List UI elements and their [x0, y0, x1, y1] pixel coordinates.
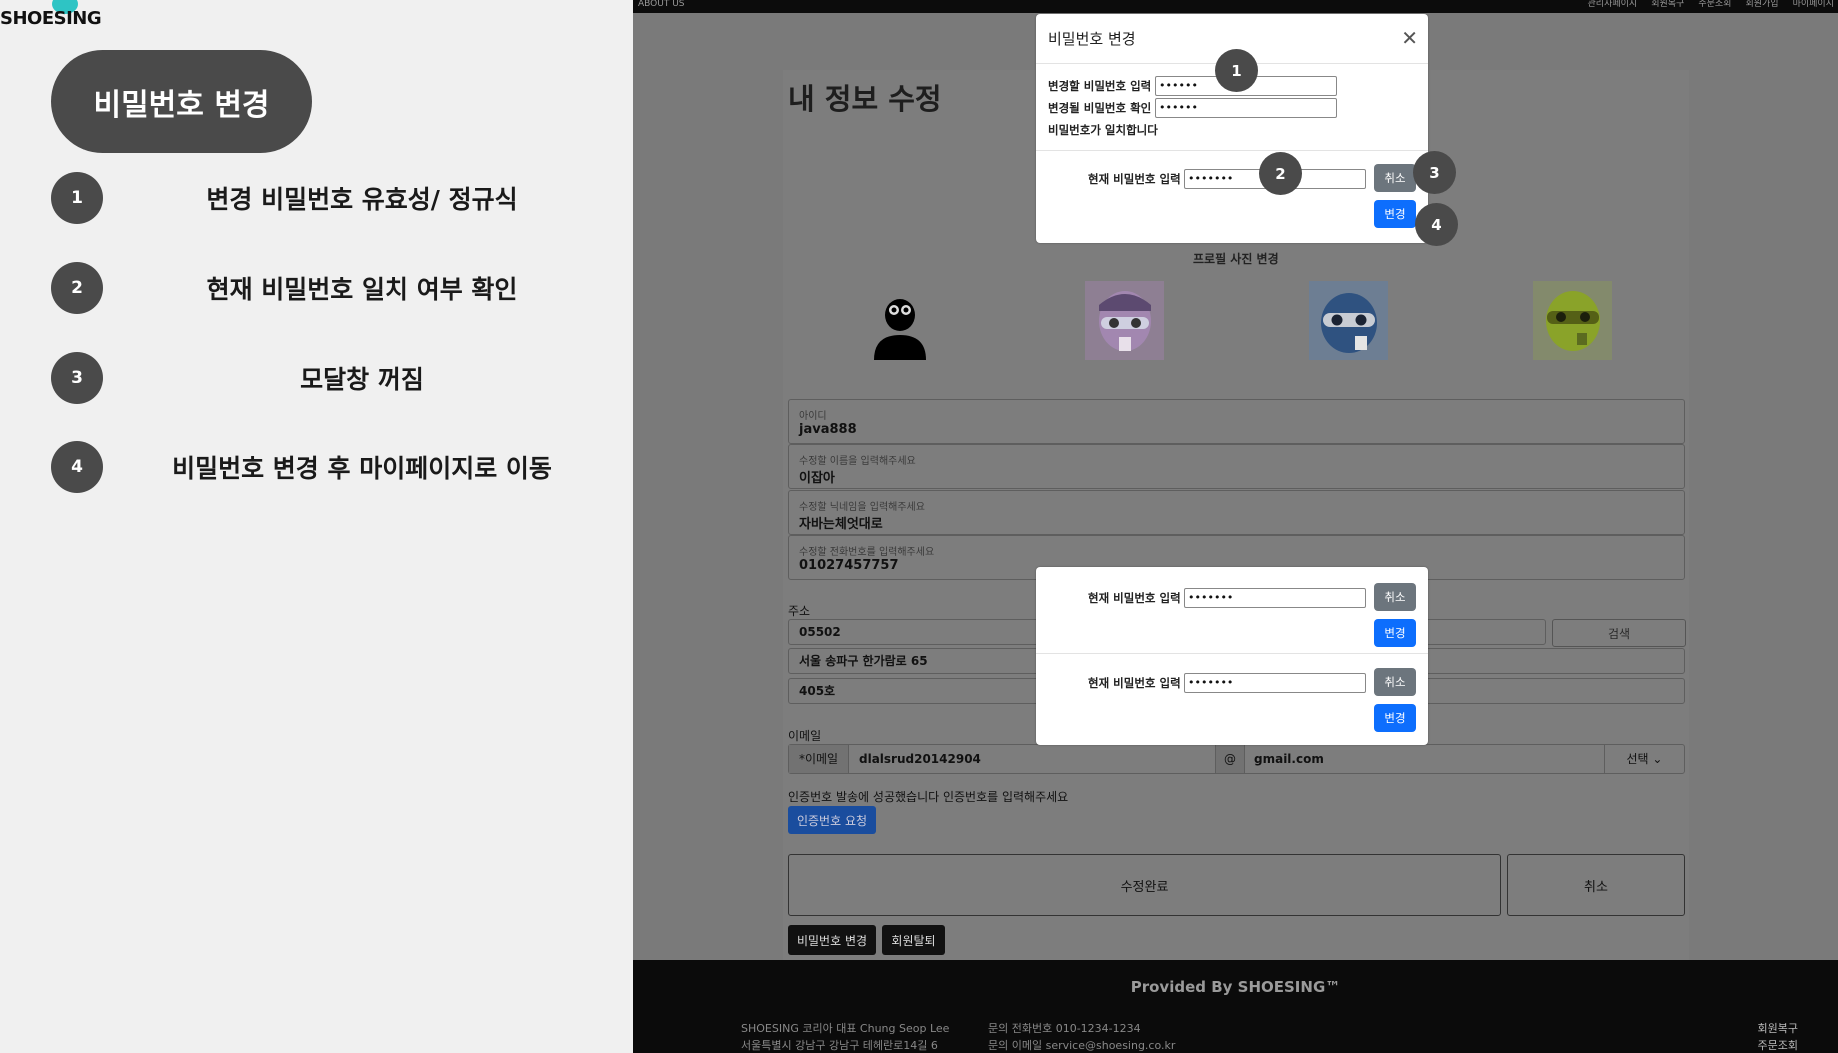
verify-message: 인증번호 발송에 성공했습니다 인증번호를 입력해주세요: [788, 790, 1069, 804]
step-text: 모달창 꺼짐: [300, 365, 424, 394]
current-password-label: 현재 비밀번호 입력: [1088, 676, 1181, 690]
name-field[interactable]: 수정할 이름을 입력해주세요 이잡아: [788, 444, 1685, 489]
modal-title: 비밀번호 변경: [1048, 30, 1136, 48]
modal-cancel-button[interactable]: 취소: [1374, 164, 1416, 192]
modal-change-button[interactable]: 변경: [1374, 704, 1416, 732]
confirm-password-label: 변경될 비밀번호 확인: [1048, 101, 1152, 115]
top-nav: ABOUT US 관리자페이지 회원복구 주문조회 회원가입 마이페이지: [633, 0, 1838, 13]
step-marker: 1: [1215, 49, 1258, 92]
modal-divider: [1036, 653, 1428, 654]
avatar-blue-icon[interactable]: [1309, 281, 1388, 360]
step-number: 3: [51, 352, 103, 404]
field-label: 수정할 닉네임을 입력해주세요: [799, 502, 925, 513]
footer-links: 회원복구 주문조회: [1758, 1020, 1798, 1053]
modal-cancel-button[interactable]: 취소: [1374, 583, 1416, 611]
email-id-input[interactable]: dlalsrud20142904: [859, 745, 981, 773]
password-modal-variant: 현재 비밀번호 입력 ••••••• 취소 변경 현재 비밀번호 입력 ••••…: [1036, 567, 1428, 745]
footer-line: 문의 전화번호 010-1234-1234: [988, 1022, 1141, 1035]
footer-company: SHOESING 코리아 대표 Chung Seop Lee 서울특별시 강남구…: [741, 1020, 949, 1053]
avatar-default-icon[interactable]: [860, 281, 939, 360]
field-label: 수정할 이름을 입력해주세요: [799, 456, 916, 467]
app-screenshot: ABOUT US 관리자페이지 회원복구 주문조회 회원가입 마이페이지 내 정…: [633, 0, 1838, 1053]
email-prefix: *이메일: [789, 745, 849, 773]
avatar-green-icon[interactable]: [1533, 281, 1612, 360]
current-password-input[interactable]: •••••••: [1184, 588, 1366, 608]
step-item: 3 모달창 꺼짐: [51, 352, 611, 404]
field-value: 01027457757: [799, 558, 899, 573]
field-value: java888: [799, 422, 857, 437]
nav-link-restore[interactable]: 회원복구: [1651, 0, 1684, 9]
current-password-label: 현재 비밀번호 입력: [1088, 172, 1181, 186]
footer: Provided By SHOESING™ SHOESING 코리아 대표 Ch…: [633, 960, 1838, 1053]
step-number: 2: [51, 262, 103, 314]
email-row: *이메일 dlalsrud20142904 @ gmail.com 선택 ⌄: [788, 744, 1685, 774]
submit-button[interactable]: 수정완료: [788, 854, 1501, 916]
nav-link-mypage[interactable]: 마이페이지: [1793, 0, 1834, 9]
avatar-purple-icon[interactable]: [1085, 281, 1164, 360]
step-item: 2 현재 비밀번호 일치 여부 확인: [51, 262, 611, 314]
step-number: 4: [51, 441, 103, 493]
step-text: 현재 비밀번호 일치 여부 확인: [206, 275, 518, 304]
about-link[interactable]: ABOUT US: [638, 0, 685, 9]
password-change-button[interactable]: 비밀번호 변경: [788, 925, 876, 955]
address-label: 주소: [788, 604, 811, 618]
email-domain-input[interactable]: gmail.com: [1254, 745, 1324, 773]
footer-contact: 문의 전화번호 010-1234-1234 문의 이메일 service@sho…: [988, 1020, 1175, 1053]
field-value: 자바는체엇대로: [799, 517, 883, 532]
email-select-value: 선택: [1626, 752, 1649, 766]
explanation-panel: SHOESING 비밀번호 변경 1 변경 비밀번호 유효성/ 정규식 2 현재…: [0, 0, 633, 1053]
id-field[interactable]: 아이디 java888: [788, 399, 1685, 444]
step-item: 4 비밀번호 변경 후 마이페이지로 이동: [51, 441, 611, 493]
close-icon[interactable]: ✕: [1401, 26, 1418, 50]
step-marker: 4: [1415, 203, 1458, 246]
nav-link-admin[interactable]: 관리자페이지: [1588, 0, 1638, 9]
email-domain-select[interactable]: 선택 ⌄: [1604, 745, 1684, 773]
footer-provided: Provided By SHOESING™: [1130, 978, 1341, 996]
withdraw-button[interactable]: 회원탈퇴: [882, 925, 945, 955]
footer-line: SHOESING 코리아 대표 Chung Seop Lee: [741, 1022, 950, 1035]
nickname-field[interactable]: 수정할 닉네임을 입력해주세요 자바는체엇대로: [788, 490, 1685, 535]
cancel-button[interactable]: 취소: [1507, 854, 1685, 916]
footer-link-orders[interactable]: 주문조회: [1758, 1037, 1798, 1053]
modal-change-button[interactable]: 변경: [1374, 200, 1416, 228]
modal-change-button[interactable]: 변경: [1374, 619, 1416, 647]
profile-photo-label: 프로필 사진 변경: [1193, 252, 1279, 266]
current-password-label: 현재 비밀번호 입력: [1088, 591, 1181, 605]
step-text: 비밀번호 변경 후 마이페이지로 이동: [172, 454, 552, 483]
field-label: 수정할 전화번호를 입력해주세요: [799, 547, 935, 558]
field-label: 아이디: [799, 411, 827, 422]
footer-line: 문의 이메일 service@shoesing.co.kr: [988, 1039, 1176, 1052]
modal-divider: [1036, 150, 1428, 151]
current-password-input[interactable]: •••••••: [1184, 673, 1366, 693]
verify-request-button[interactable]: 인증번호 요청: [788, 806, 876, 834]
address-search-button[interactable]: 검색: [1552, 619, 1686, 647]
email-at: @: [1215, 745, 1245, 773]
nav-link-orders[interactable]: 주문조회: [1698, 0, 1731, 9]
page-title: 내 정보 수정: [788, 82, 942, 116]
brand-logo: SHOESING: [0, 8, 102, 29]
step-marker: 2: [1259, 152, 1302, 195]
field-value: 이잡아: [799, 471, 835, 486]
step-marker: 3: [1413, 151, 1456, 194]
email-label: 이메일: [788, 729, 822, 743]
nav-link-signup[interactable]: 회원가입: [1745, 0, 1778, 9]
step-number: 1: [51, 172, 103, 224]
new-password-label: 변경할 비밀번호 입력: [1048, 79, 1152, 93]
step-item: 1 변경 비밀번호 유효성/ 정규식: [51, 172, 611, 224]
step-text: 변경 비밀번호 유효성/ 정규식: [206, 185, 518, 214]
panel-title: 비밀번호 변경: [51, 50, 312, 153]
modal-cancel-button[interactable]: 취소: [1374, 668, 1416, 696]
footer-link-restore[interactable]: 회원복구: [1758, 1020, 1798, 1037]
confirm-password-input[interactable]: ••••••: [1155, 98, 1337, 118]
footer-line: 서울특별시 강남구 강남구 테헤란로14길 6: [741, 1039, 938, 1052]
password-match-message: 비밀번호가 일치합니다: [1048, 123, 1158, 137]
top-nav-links: 관리자페이지 회원복구 주문조회 회원가입 마이페이지: [1588, 0, 1834, 9]
